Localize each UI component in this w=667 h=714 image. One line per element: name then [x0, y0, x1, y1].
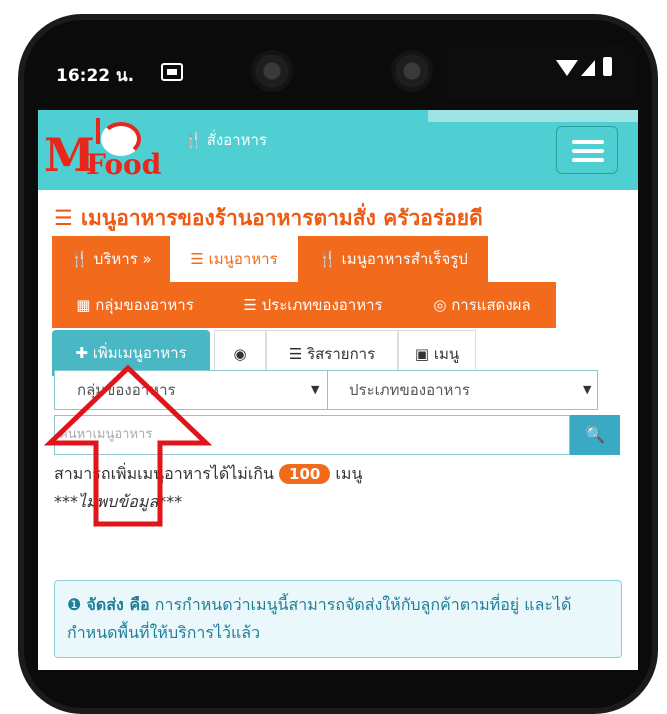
up-arrow-icon — [43, 364, 213, 527]
red-arrow-annotation — [43, 364, 213, 527]
